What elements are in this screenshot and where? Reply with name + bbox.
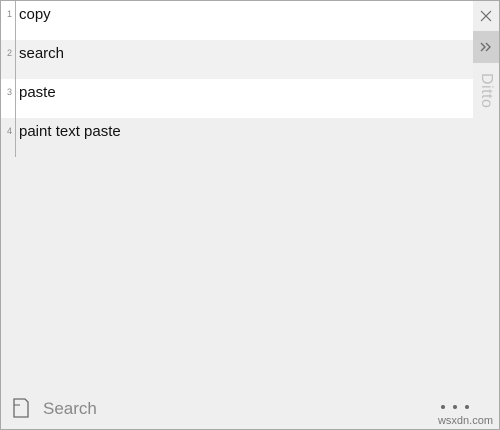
- clip-text: paste: [19, 84, 56, 101]
- close-icon: [480, 10, 492, 22]
- more-options-button[interactable]: [441, 401, 469, 413]
- expand-button[interactable]: [473, 31, 499, 63]
- clip-text: copy: [19, 6, 51, 23]
- clip-number: 3: [7, 87, 13, 97]
- row-divider: [15, 118, 16, 157]
- app-title: Ditto: [478, 73, 495, 109]
- more-dots-icon: [441, 405, 445, 409]
- double-chevron-right-icon: [480, 42, 491, 52]
- search-bar: [1, 393, 473, 429]
- clip-row-1[interactable]: 1 copy: [1, 1, 473, 40]
- search-input[interactable]: [43, 397, 403, 421]
- clip-text: paint text paste: [19, 123, 121, 140]
- watermark: wsxdn.com: [437, 415, 493, 427]
- clip-list: 1 copy 2 search 3 paste 4 paint text pas…: [1, 1, 473, 161]
- clip-text: search: [19, 45, 65, 62]
- clip-number: 2: [7, 48, 13, 58]
- clip-row-2[interactable]: 2 search: [1, 40, 473, 79]
- ditto-window: 1 copy 2 search 3 paste 4 paint text pas…: [0, 0, 500, 430]
- clip-row-3[interactable]: 3 paste: [1, 79, 473, 118]
- clip-number: 1: [7, 9, 13, 19]
- notepad-icon[interactable]: [11, 397, 31, 419]
- clip-row-4[interactable]: 4 paint text paste: [1, 118, 473, 157]
- side-panel: Ditto: [473, 1, 499, 429]
- close-button[interactable]: [473, 1, 499, 31]
- clip-number: 4: [7, 126, 13, 136]
- row-divider: [15, 1, 16, 40]
- row-divider: [15, 40, 16, 79]
- more-dots-icon: [453, 405, 457, 409]
- more-dots-icon: [465, 405, 469, 409]
- row-divider: [15, 79, 16, 118]
